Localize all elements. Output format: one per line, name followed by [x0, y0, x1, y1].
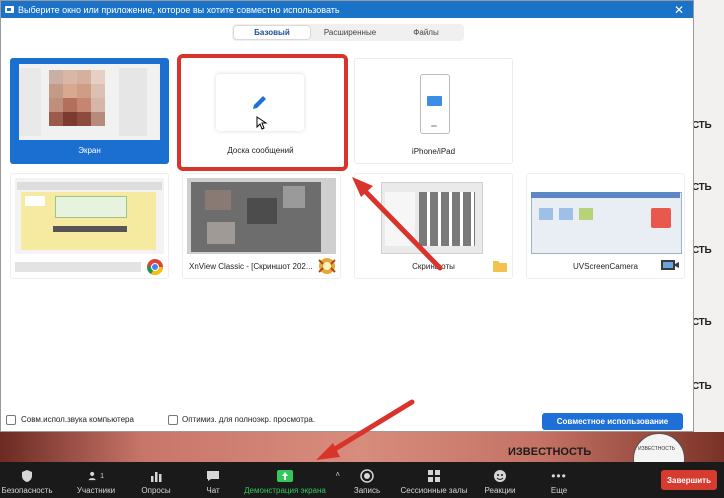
toolbar-reactions-label: Реакции: [484, 486, 516, 495]
uvscreencamera-thumbnail: [531, 178, 682, 254]
tab-advanced[interactable]: Расширенные: [312, 24, 388, 41]
polls-icon: [148, 469, 164, 483]
highlight-frame: [177, 54, 348, 171]
background-text: СТЬ: [692, 317, 712, 328]
app-icon: [5, 6, 14, 13]
participants-count: 1: [100, 472, 104, 480]
screenshots-thumbnail: [359, 178, 508, 254]
chrome-window-thumbnail: [15, 178, 164, 254]
close-icon[interactable]: ✕: [665, 3, 693, 17]
background-text: СТЬ: [692, 245, 712, 256]
share-button[interactable]: Совместное использование: [542, 413, 683, 430]
tile-uvscreencamera[interactable]: UVScreenCamera: [526, 173, 685, 279]
optimize-video-checkbox[interactable]: [168, 415, 178, 425]
toolbar-security-label: Безопасность: [1, 486, 53, 495]
toolbar-record-label: Запись: [353, 486, 381, 495]
toolbar-more[interactable]: ••• Еще: [544, 462, 574, 498]
toolbar-record[interactable]: Запись: [350, 462, 384, 498]
tile-iphone[interactable]: iPhone/iPad: [354, 58, 513, 164]
more-icon: •••: [551, 469, 567, 483]
dialog-title: Выберите окно или приложение, которое вы…: [18, 4, 340, 15]
toolbar-participants[interactable]: 1 Участники: [66, 462, 126, 498]
toolbar-polls[interactable]: Опросы: [136, 462, 176, 498]
chrome-icon: [146, 259, 164, 276]
tile-xnview-label: XnView Classic - [Скриншот 202...: [189, 262, 313, 271]
toolbar-more-label: Еще: [550, 486, 568, 495]
share-options: Совм.испол.звука компьютера Оптимиз. для…: [1, 406, 693, 430]
share-screen-icon: [277, 469, 293, 483]
breakout-rooms-icon: [426, 469, 442, 483]
iphone-icon: [420, 74, 450, 134]
dialog-titlebar: Выберите окно или приложение, которое вы…: [1, 1, 693, 18]
meeting-toolbar: Безопасность 1 Участники Опросы Чат Демо…: [0, 462, 724, 498]
share-tabs: Базовый Расширенные Файлы: [232, 24, 464, 41]
share-sound-label: Совм.испол.звука компьютера: [21, 415, 134, 424]
share-options-chevron-icon[interactable]: ˄: [335, 470, 340, 479]
toolbar-participants-label: Участники: [76, 486, 116, 495]
background-text: СТЬ: [692, 120, 712, 131]
tile-iphone-label: iPhone/iPad: [411, 147, 456, 156]
record-icon: [359, 469, 375, 483]
background-text: СТЬ: [692, 381, 712, 392]
tile-screenshots-label: Скриншоты: [412, 262, 455, 271]
blurred-title: [15, 262, 141, 272]
toolbar-chat[interactable]: Чат: [198, 462, 228, 498]
screen-thumbnail: [19, 64, 160, 140]
toolbar-breakout-rooms[interactable]: Сессионные залы: [396, 462, 472, 498]
background-right-edge: СТЬ СТЬ СТЬ СТЬ СТЬ: [692, 0, 724, 460]
toolbar-chat-label: Чат: [206, 486, 220, 495]
tab-files[interactable]: Файлы: [388, 24, 464, 41]
reactions-icon: [492, 469, 508, 483]
optimize-video-label: Оптимиз. для полноэкр. просмотра.: [182, 415, 316, 424]
toolbar-breakout-rooms-label: Сессионные залы: [400, 486, 468, 495]
xnview-icon: [318, 258, 336, 274]
shield-icon: [19, 469, 35, 483]
tile-xnview[interactable]: XnView Classic - [Скриншот 202...: [182, 173, 341, 279]
toolbar-share-screen-label: Демонстрация экрана: [244, 486, 326, 495]
xnview-thumbnail: [187, 178, 336, 254]
participants-icon: 1: [88, 469, 104, 483]
participant-video: [0, 432, 724, 462]
share-sound-checkbox[interactable]: [6, 415, 16, 425]
toolbar-security[interactable]: Безопасность: [1, 462, 53, 498]
tile-screen[interactable]: Экран: [10, 58, 169, 164]
toolbar-reactions[interactable]: Реакции: [480, 462, 520, 498]
end-meeting-button[interactable]: Завершить: [661, 470, 717, 490]
toolbar-share-screen[interactable]: Демонстрация экрана ˄: [238, 462, 340, 498]
toolbar-polls-label: Опросы: [141, 486, 171, 495]
share-dialog: Выберите окно или приложение, которое вы…: [0, 0, 694, 432]
uvscreencamera-icon: [661, 260, 679, 270]
chat-icon: [205, 469, 221, 483]
tab-basic[interactable]: Базовый: [233, 25, 311, 40]
folder-icon: [493, 261, 507, 272]
tile-screenshots[interactable]: Скриншоты: [354, 173, 513, 279]
tile-screen-label: Экран: [78, 146, 101, 155]
tile-chrome-window[interactable]: [10, 173, 169, 279]
overlay-text: ИЗВЕСТНОСТЬ: [508, 446, 592, 458]
background-text: СТЬ: [692, 182, 712, 193]
